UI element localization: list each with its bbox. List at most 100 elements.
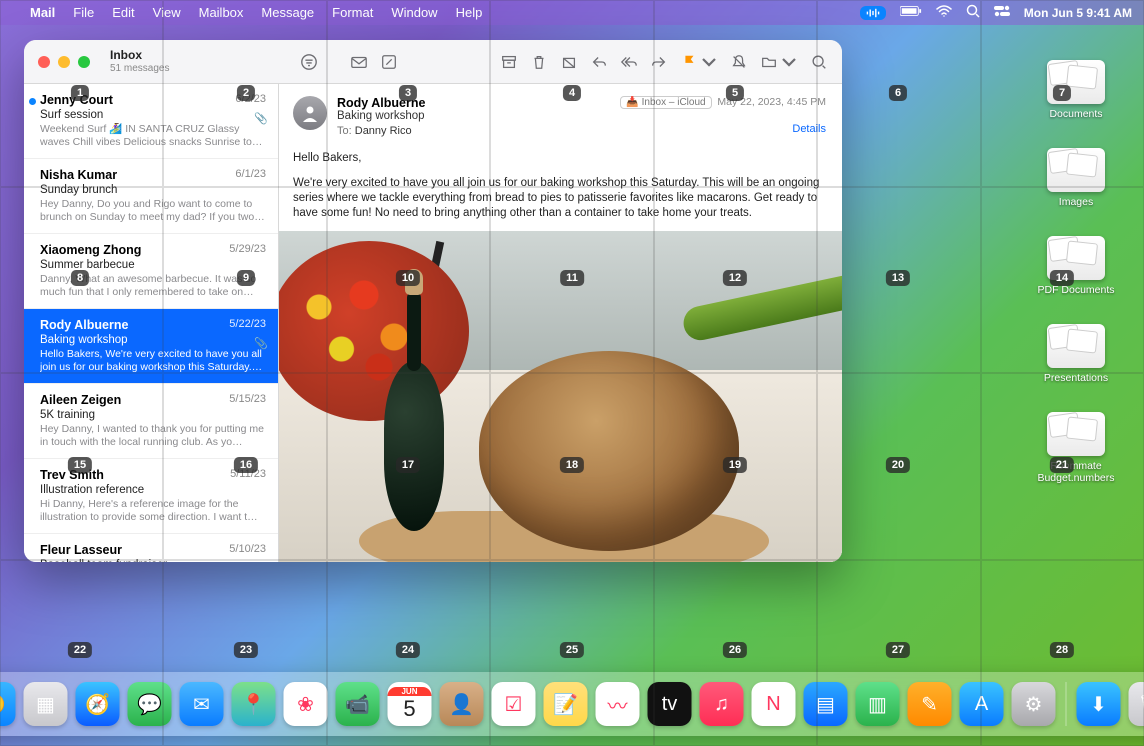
dock-tv[interactable]: tv (648, 682, 692, 726)
message-subject: Summer barbecue (40, 259, 266, 271)
trash-icon[interactable] (530, 53, 548, 71)
move-chevron-icon[interactable] (780, 53, 798, 71)
desktop-folder[interactable]: Images (1030, 148, 1122, 208)
dock-keynote[interactable]: ▤ (804, 682, 848, 726)
sender-name: Rody Albuerne (337, 96, 425, 110)
message-item[interactable]: Aileen Zeigen5/15/235K trainingHey Danny… (24, 384, 278, 459)
dock-settings[interactable]: ⚙︎ (1012, 682, 1056, 726)
window-close-button[interactable] (38, 56, 50, 68)
desktop-folder-label: Roommate Budget.numbers (1030, 460, 1122, 484)
message-item[interactable]: Xiaomeng Zhong5/29/23Summer barbecueDann… (24, 234, 278, 309)
details-link[interactable]: Details (792, 123, 826, 135)
mail-window: Inbox 51 messages Jenny Court6/2/23Surf … (24, 40, 842, 562)
message-subject: Baking workshop (40, 334, 266, 346)
dock-photos[interactable]: ❀ (284, 682, 328, 726)
junk-icon[interactable] (560, 53, 578, 71)
menu-message[interactable]: Message (261, 5, 314, 20)
desktop-folder-label: Images (1030, 196, 1122, 208)
dock[interactable]: 🙂▦🧭💬✉︎📍❀📹JUN5👤☑︎📝〰︎tv♫N▤▥✎A⚙︎ ⬇︎🗑 (0, 672, 1144, 736)
dock-music[interactable]: ♫ (700, 682, 744, 726)
menubar[interactable]: Mail File Edit View Mailbox Message Form… (0, 0, 1144, 25)
message-date: 5/11/23 (230, 468, 266, 482)
sender-avatar (293, 96, 327, 130)
search-icon[interactable] (810, 53, 828, 71)
desktop-folder-label: Presentations (1030, 372, 1122, 384)
desktop-folder[interactable]: PDF Documents (1030, 236, 1122, 296)
dock-calendar[interactable]: JUN5 (388, 682, 432, 726)
grid-number: 23 (234, 642, 258, 658)
message-preview: Hey Danny, I wanted to thank you for put… (40, 423, 266, 449)
menu-edit[interactable]: Edit (112, 5, 134, 20)
reply-all-icon[interactable] (620, 53, 638, 71)
message-date: 5/22/23 (229, 318, 266, 332)
new-mail-icon[interactable] (350, 53, 368, 71)
desktop-folder[interactable]: Documents (1030, 60, 1122, 120)
forward-icon[interactable] (650, 53, 668, 71)
voice-control-icon[interactable] (860, 6, 886, 20)
folder-badge-label: Inbox – iCloud (642, 97, 706, 108)
compose-icon[interactable] (380, 53, 398, 71)
dock-safari[interactable]: 🧭 (76, 682, 120, 726)
desktop-folder-label: Documents (1030, 108, 1122, 120)
flag-icon[interactable] (680, 53, 698, 71)
mail-titlebar: Inbox 51 messages (24, 40, 842, 84)
dock-reminders[interactable]: ☑︎ (492, 682, 536, 726)
message-item[interactable]: Trev Smith5/11/23Illustration referenceH… (24, 459, 278, 534)
dock-news[interactable]: N (752, 682, 796, 726)
folder-badge[interactable]: 📥 Inbox – iCloud (620, 96, 711, 109)
archive-icon[interactable] (500, 53, 518, 71)
dock-pages[interactable]: ✎ (908, 682, 952, 726)
menu-help[interactable]: Help (456, 5, 483, 20)
control-center-icon[interactable] (994, 5, 1010, 20)
dock-launchpad[interactable]: ▦ (24, 682, 68, 726)
message-item[interactable]: Jenny Court6/2/23Surf session📎Weekend Su… (24, 84, 278, 159)
message-greeting: Hello Bakers, (293, 151, 828, 166)
menu-window[interactable]: Window (391, 5, 437, 20)
message-item[interactable]: Fleur Lasseur5/10/23Baseball team fundra… (24, 534, 278, 562)
unread-dot-icon (29, 98, 36, 105)
message-from: Fleur Lasseur (40, 543, 122, 557)
message-from: Nisha Kumar (40, 168, 117, 182)
dock-trash[interactable]: 🗑 (1129, 682, 1144, 726)
dock-contacts[interactable]: 👤 (440, 682, 484, 726)
window-zoom-button[interactable] (78, 56, 90, 68)
dock-downloads[interactable]: ⬇︎ (1077, 682, 1121, 726)
spotlight-icon[interactable] (966, 4, 980, 21)
dock-maps[interactable]: 📍 (232, 682, 276, 726)
dock-messages[interactable]: 💬 (128, 682, 172, 726)
message-item[interactable]: Rody Albuerne5/22/23Baking workshop📎Hell… (24, 309, 278, 384)
menu-file[interactable]: File (73, 5, 94, 20)
dock-facetime[interactable]: 📹 (336, 682, 380, 726)
message-attachment-image[interactable] (279, 231, 842, 562)
message-date: 5/29/23 (229, 243, 266, 257)
move-icon[interactable] (760, 53, 778, 71)
dock-mail[interactable]: ✉︎ (180, 682, 224, 726)
mute-icon[interactable] (730, 53, 748, 71)
battery-icon[interactable] (900, 5, 922, 20)
to-label: To: (337, 125, 352, 137)
message-date: 6/2/23 (235, 93, 266, 107)
reply-icon[interactable] (590, 53, 608, 71)
wifi-icon[interactable] (936, 5, 952, 20)
app-name[interactable]: Mail (30, 5, 55, 20)
filter-icon[interactable] (300, 53, 318, 71)
message-from: Xiaomeng Zhong (40, 243, 141, 257)
dock-notes[interactable]: 📝 (544, 682, 588, 726)
message-subject: 5K training (40, 409, 266, 421)
dock-appstore[interactable]: A (960, 682, 1004, 726)
message-from: Aileen Zeigen (40, 393, 121, 407)
menu-view[interactable]: View (153, 5, 181, 20)
message-list[interactable]: Jenny Court6/2/23Surf session📎Weekend Su… (24, 84, 279, 562)
message-item[interactable]: Nisha Kumar6/1/23Sunday brunchHey Danny,… (24, 159, 278, 234)
message-from: Rody Albuerne (40, 318, 128, 332)
dock-numbers[interactable]: ▥ (856, 682, 900, 726)
menu-mailbox[interactable]: Mailbox (199, 5, 244, 20)
window-minimize-button[interactable] (58, 56, 70, 68)
dock-freeform[interactable]: 〰︎ (596, 682, 640, 726)
dock-finder[interactable]: 🙂 (0, 682, 16, 726)
desktop-folder[interactable]: Presentations (1030, 324, 1122, 384)
menu-format[interactable]: Format (332, 5, 373, 20)
menubar-clock[interactable]: Mon Jun 5 9:41 AM (1024, 6, 1132, 20)
desktop-folder[interactable]: Roommate Budget.numbers (1030, 412, 1122, 484)
flag-chevron-icon[interactable] (700, 53, 718, 71)
